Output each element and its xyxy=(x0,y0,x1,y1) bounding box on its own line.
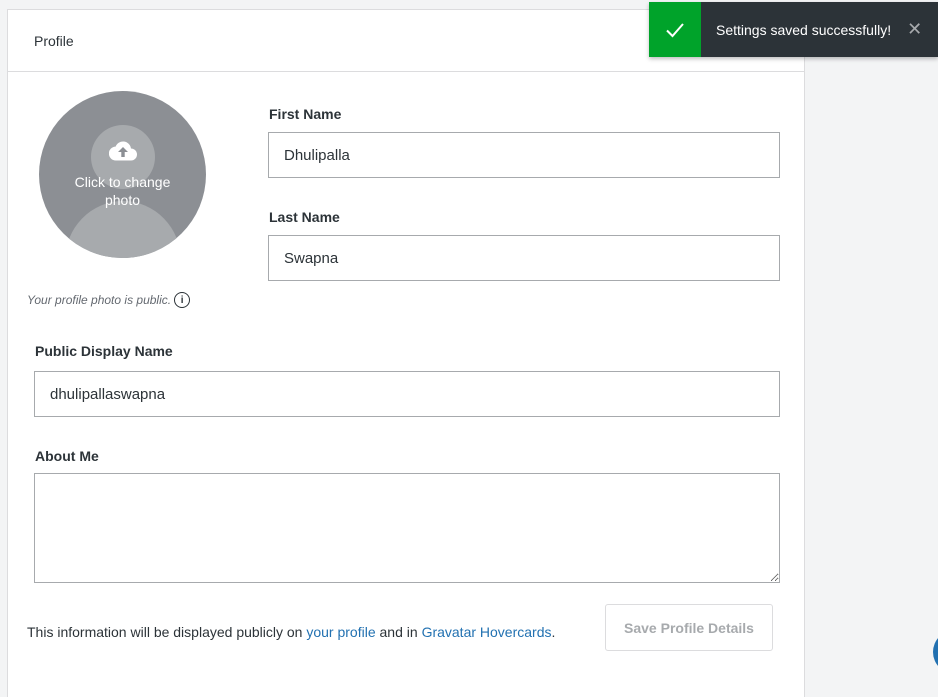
display-name-label: Public Display Name xyxy=(35,343,173,359)
avatar-overlay-text: Click to change photo xyxy=(74,174,171,208)
avatar-upload[interactable]: Click to change photo xyxy=(39,91,206,258)
about-me-textarea[interactable] xyxy=(34,473,780,583)
success-toast: Settings saved successfully! ✕ xyxy=(649,2,938,57)
close-icon[interactable]: ✕ xyxy=(907,19,922,40)
first-name-field[interactable] xyxy=(268,132,780,178)
your-profile-link[interactable]: your profile xyxy=(306,624,375,640)
about-me-label: About Me xyxy=(35,448,99,464)
save-profile-button[interactable]: Save Profile Details xyxy=(605,604,773,651)
display-name-field[interactable] xyxy=(34,371,780,417)
notice-text-after: . xyxy=(551,624,556,640)
gravatar-hovercards-link[interactable]: Gravatar Hovercards xyxy=(422,624,552,640)
photo-public-note-text: Your profile photo is public. xyxy=(27,293,172,307)
notice-text-before: This information will be displayed publi… xyxy=(27,624,307,640)
toast-status xyxy=(649,2,701,57)
toast-message: Settings saved successfully! xyxy=(716,21,892,38)
last-name-field[interactable] xyxy=(268,235,780,281)
notice-text-middle: and in xyxy=(375,624,422,640)
avatar-body-silhouette xyxy=(64,201,181,258)
info-icon[interactable]: i xyxy=(174,292,191,308)
help-bubble-button[interactable] xyxy=(933,630,938,674)
page-title: Profile xyxy=(34,32,74,49)
last-name-label: Last Name xyxy=(269,209,340,225)
checkmark-icon xyxy=(666,22,684,37)
visibility-notice: This information will be displayed publi… xyxy=(27,621,582,644)
photo-public-note: Your profile photo is public. i xyxy=(27,292,191,308)
cloud-upload-icon xyxy=(108,141,137,161)
first-name-label: First Name xyxy=(269,106,342,122)
